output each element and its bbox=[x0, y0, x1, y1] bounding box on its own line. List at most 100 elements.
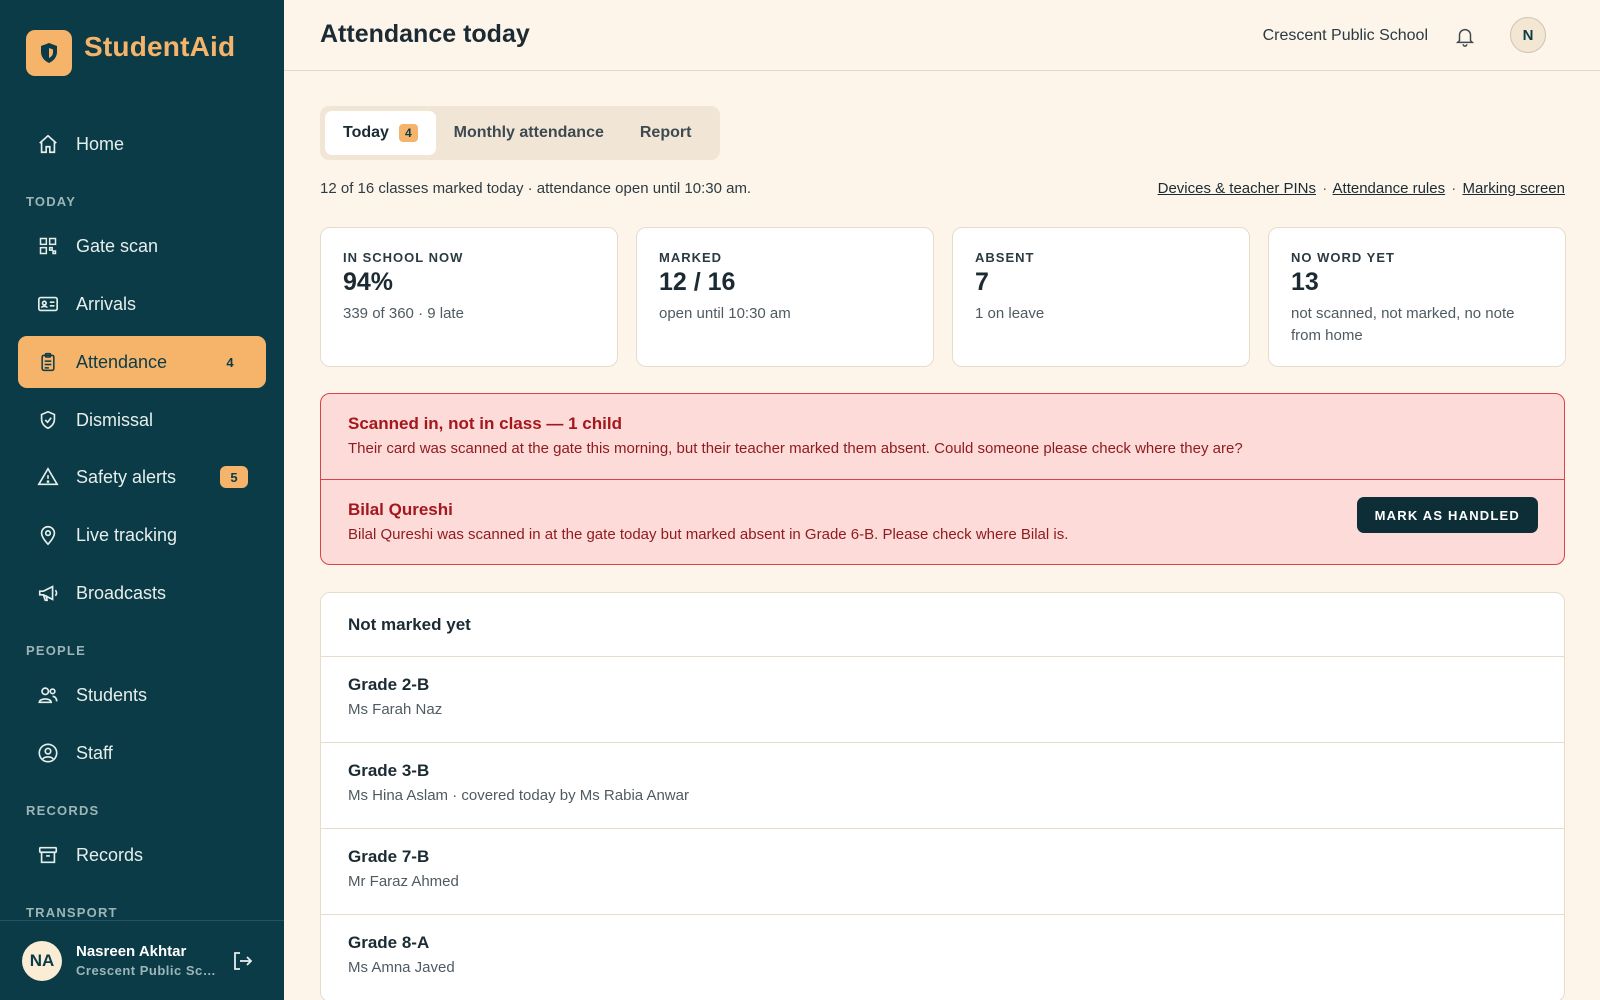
sidebar-item-attendance[interactable]: Attendance 4 bbox=[18, 336, 266, 388]
stat-label: IN SCHOOL NOW bbox=[343, 250, 464, 265]
class-name: Grade 8-A bbox=[348, 933, 430, 952]
sidebar-item-label: Staff bbox=[76, 742, 113, 763]
stat-value: 94% bbox=[343, 268, 394, 296]
sidebar-item-broadcasts[interactable]: Broadcasts bbox=[18, 567, 266, 619]
page-title: Attendance today bbox=[320, 20, 530, 48]
attendance-tabs: Today 4 Monthly attendance Report bbox=[320, 106, 720, 160]
stat-card-no-word-yet: NO WORD YET 13 not scanned, not marked, … bbox=[1268, 227, 1566, 367]
list-item[interactable]: Grade 7-B Mr Faraz Ahmed bbox=[321, 829, 1564, 915]
shield-check-icon bbox=[36, 408, 60, 432]
class-name: Grade 3-B bbox=[348, 761, 430, 780]
section-label-transport: TRANSPORT bbox=[26, 905, 118, 920]
warning-triangle-icon bbox=[36, 465, 60, 489]
current-user: NA Nasreen Akhtar Crescent Public School bbox=[0, 920, 284, 1000]
stat-value: 7 bbox=[975, 268, 989, 296]
stat-subtext: 339 of 360 · 9 late bbox=[343, 305, 464, 322]
attendance-count-badge: 4 bbox=[226, 354, 234, 370]
shield-logo-icon bbox=[26, 30, 72, 76]
sidebar: StudentAid Home TODAY Gate scan Arrivals… bbox=[0, 0, 284, 1000]
sidebar-item-dismissal[interactable]: Dismissal bbox=[18, 394, 266, 446]
school-name: Crescent Public School bbox=[1262, 27, 1428, 44]
megaphone-icon bbox=[36, 581, 60, 605]
attendance-summary: 12 of 16 classes marked today · attendan… bbox=[320, 180, 752, 197]
teacher-name: Ms Farah Naz bbox=[348, 701, 443, 718]
sidebar-item-home[interactable]: Home bbox=[18, 118, 266, 170]
sidebar-item-students[interactable]: Students bbox=[18, 669, 266, 721]
attendance-rules-link[interactable]: Attendance rules bbox=[1333, 180, 1446, 197]
qr-code-icon bbox=[36, 234, 60, 258]
sidebar-item-label: Home bbox=[76, 133, 125, 154]
top-header: Attendance today Crescent Public School … bbox=[284, 0, 1600, 71]
list-item[interactable]: Grade 8-A Ms Amna Javed bbox=[321, 915, 1564, 1000]
location-pin-icon bbox=[36, 523, 60, 547]
section-label-records: RECORDS bbox=[26, 803, 100, 818]
stat-card-marked: MARKED 12 / 16 open until 10:30 am bbox=[636, 227, 934, 367]
avatar: NA bbox=[22, 940, 62, 981]
quick-links: Devices & teacher PINs · Attendance rule… bbox=[1158, 180, 1565, 197]
sidebar-item-safety-alerts[interactable]: Safety alerts 5 bbox=[18, 451, 266, 503]
alert-title: Scanned in, not in class — 1 child bbox=[348, 414, 622, 433]
user-name: Nasreen Akhtar bbox=[76, 943, 187, 960]
tab-label: Monthly attendance bbox=[453, 124, 604, 141]
mark-as-handled-button[interactable]: MARK AS HANDLED bbox=[1356, 497, 1538, 533]
tab-count-badge: 4 bbox=[398, 124, 418, 142]
marking-screen-link[interactable]: Marking screen bbox=[1462, 180, 1565, 197]
sidebar-item-gate-scan[interactable]: Gate scan bbox=[18, 220, 266, 272]
brand-name: StudentAid bbox=[84, 31, 236, 62]
link-separator: · bbox=[1322, 180, 1328, 197]
sidebar-item-label: Gate scan bbox=[76, 235, 159, 256]
devices-link[interactable]: Devices & teacher PINs bbox=[1158, 180, 1316, 197]
teacher-name: Ms Amna Javed bbox=[348, 959, 455, 976]
teacher-name: Mr Faraz Ahmed bbox=[348, 873, 459, 890]
stat-label: MARKED bbox=[659, 250, 723, 265]
stat-subtext: open until 10:30 am bbox=[659, 305, 791, 322]
sidebar-item-label: Students bbox=[76, 684, 148, 705]
section-label-today: TODAY bbox=[26, 194, 77, 209]
user-school: Crescent Public School bbox=[76, 963, 216, 978]
safety-alerts-count-badge: 5 bbox=[220, 466, 248, 488]
sidebar-item-arrivals[interactable]: Arrivals bbox=[18, 278, 266, 330]
tab-report[interactable]: Report bbox=[622, 111, 710, 155]
alert-description: Their card was scanned at the gate this … bbox=[348, 440, 1243, 457]
stat-label: ABSENT bbox=[975, 250, 1035, 265]
avatar[interactable]: N bbox=[1510, 17, 1546, 53]
list-item[interactable]: Grade 3-B Ms Hina Aslam · covered today … bbox=[321, 743, 1564, 829]
brand[interactable]: StudentAid bbox=[26, 30, 235, 76]
class-name: Grade 7-B bbox=[348, 847, 430, 866]
section-label-people: PEOPLE bbox=[26, 643, 86, 658]
scanned-not-in-class-alert: Scanned in, not in class — 1 child Their… bbox=[320, 393, 1565, 565]
sidebar-item-label: Records bbox=[76, 844, 144, 865]
sidebar-item-label: Dismissal bbox=[76, 409, 154, 430]
list-item[interactable]: Grade 2-B Ms Farah Naz bbox=[321, 657, 1564, 743]
tab-today[interactable]: Today 4 bbox=[325, 111, 436, 155]
users-icon bbox=[36, 683, 60, 707]
stat-label: NO WORD YET bbox=[1291, 250, 1395, 265]
clipboard-icon bbox=[36, 350, 60, 374]
link-separator: · bbox=[1451, 180, 1457, 197]
logout-icon[interactable] bbox=[230, 949, 254, 978]
list-title: Not marked yet bbox=[321, 593, 1564, 657]
sidebar-item-label: Attendance bbox=[76, 351, 168, 372]
stat-subtext: not scanned, not marked, no note from ho… bbox=[1291, 305, 1515, 344]
sidebar-item-live-tracking[interactable]: Live tracking bbox=[18, 509, 266, 561]
stat-value: 12 / 16 bbox=[659, 268, 736, 296]
teacher-name: Ms Hina Aslam · covered today by Ms Rabi… bbox=[348, 787, 689, 804]
alert-student-row: Bilal Qureshi Bilal Qureshi was scanned … bbox=[321, 480, 1564, 564]
not-marked-list: Not marked yet Grade 2-B Ms Farah Naz Gr… bbox=[320, 592, 1565, 1000]
tab-monthly-attendance[interactable]: Monthly attendance bbox=[436, 111, 622, 155]
home-icon bbox=[36, 132, 60, 156]
archive-box-icon bbox=[36, 843, 60, 867]
bell-icon[interactable] bbox=[1454, 24, 1476, 53]
class-name: Grade 2-B bbox=[348, 675, 430, 694]
id-card-icon bbox=[36, 292, 60, 316]
stat-subtext: 1 on leave bbox=[975, 305, 1045, 322]
tab-label: Report bbox=[639, 124, 692, 141]
sidebar-item-label: Arrivals bbox=[76, 293, 137, 314]
sidebar-item-label: Live tracking bbox=[76, 524, 178, 545]
user-circle-icon bbox=[36, 741, 60, 765]
tab-label: Today bbox=[343, 124, 389, 141]
sidebar-item-records[interactable]: Records bbox=[18, 829, 266, 881]
stat-card-in-school: IN SCHOOL NOW 94% 339 of 360 · 9 late bbox=[320, 227, 618, 367]
sidebar-item-staff[interactable]: Staff bbox=[18, 727, 266, 779]
stat-card-absent: ABSENT 7 1 on leave bbox=[952, 227, 1250, 367]
